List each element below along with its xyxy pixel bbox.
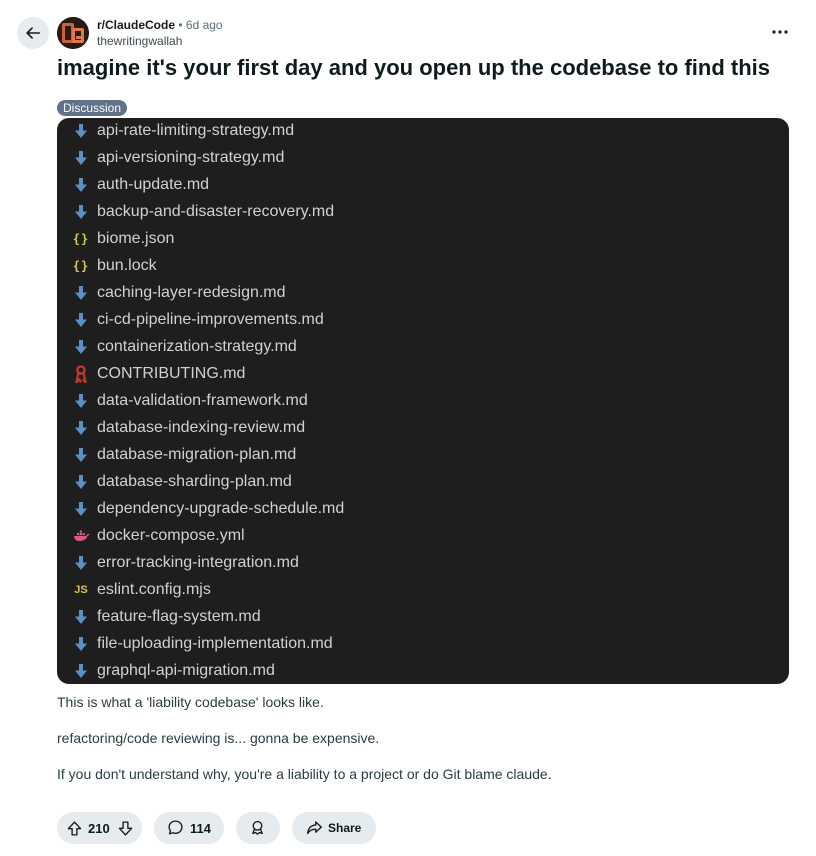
file-name: api-rate-limiting-strategy.md <box>97 121 295 139</box>
share-arrow-icon <box>307 821 322 835</box>
markdown-arrow-icon <box>72 175 90 195</box>
comment-count: 114 <box>190 821 211 836</box>
file-name: bun.lock <box>97 256 157 274</box>
file-name: error-tracking-integration.md <box>97 553 299 571</box>
docker-whale-icon <box>72 526 90 546</box>
file-row: api-rate-limiting-strategy.md <box>57 118 789 144</box>
file-row: CONTRIBUTING.md <box>57 360 789 387</box>
file-row: database-sharding-plan.md <box>57 468 789 495</box>
file-name: dependency-upgrade-schedule.md <box>97 499 345 517</box>
file-name: graphql-api-migration.md <box>97 661 275 679</box>
upvote-arrow-icon <box>67 820 81 836</box>
file-row: data-validation-framework.md <box>57 387 789 414</box>
file-name: feature-flag-system.md <box>97 607 261 625</box>
file-name: auth-update.md <box>97 175 210 193</box>
file-row: dependency-upgrade-schedule.md <box>57 495 789 522</box>
markdown-arrow-icon <box>72 283 90 303</box>
markdown-arrow-icon <box>72 310 90 330</box>
markdown-arrow-icon <box>72 418 90 438</box>
file-name: database-migration-plan.md <box>97 445 297 463</box>
file-list-image[interactable]: api-rate-limiting-strategy.md api-version… <box>57 118 789 684</box>
markdown-arrow-icon <box>72 472 90 492</box>
post-flair[interactable]: Discussion <box>57 100 128 116</box>
post-meta: r/ClaudeCode • 6d ago thewritingwallah <box>97 17 223 49</box>
share-button[interactable]: Share <box>292 812 376 844</box>
post-time: 6d ago <box>185 18 223 32</box>
file-name: database-sharding-plan.md <box>97 472 292 490</box>
markdown-arrow-icon <box>72 553 90 573</box>
ellipsis-icon <box>772 30 788 34</box>
file-row: containerization-strategy.md <box>57 333 789 360</box>
file-row: database-migration-plan.md <box>57 441 789 468</box>
comment-bubble-icon <box>168 820 183 835</box>
file-row: {} biome.json <box>57 225 789 252</box>
json-braces-icon: {} <box>72 231 90 246</box>
markdown-arrow-icon <box>72 661 90 681</box>
markdown-arrow-icon <box>72 202 90 222</box>
file-row: database-indexing-review.md <box>57 414 789 441</box>
js-file-icon: JS <box>74 583 88 596</box>
file-row: {} bun.lock <box>57 252 789 279</box>
file-name: ci-cd-pipeline-improvements.md <box>97 310 324 328</box>
file-name: eslint.config.mjs <box>97 580 211 598</box>
file-row: auth-update.md <box>57 171 789 198</box>
file-name: data-validation-framework.md <box>97 391 308 409</box>
file-name: CONTRIBUTING.md <box>97 364 246 382</box>
subreddit-name[interactable]: r/ClaudeCode <box>97 18 175 32</box>
body-paragraph: This is what a 'liability codebase' look… <box>57 694 324 710</box>
markdown-arrow-icon <box>72 121 90 141</box>
body-paragraph: refactoring/code reviewing is... gonna b… <box>57 730 380 746</box>
post-title[interactable]: imagine it's your first day and you open… <box>57 54 770 82</box>
markdown-arrow-icon <box>72 634 90 654</box>
file-row: JS eslint.config.mjs <box>57 576 789 603</box>
share-label: Share <box>328 821 362 835</box>
file-name: caching-layer-redesign.md <box>97 283 286 301</box>
json-braces-icon: {} <box>72 258 90 273</box>
award-icon <box>252 820 263 835</box>
file-name: database-indexing-review.md <box>97 418 306 436</box>
contributing-ribbon-icon <box>72 364 90 384</box>
meta-separator: • <box>178 18 183 32</box>
file-row: error-tracking-integration.md <box>57 549 789 576</box>
file-name: biome.json <box>97 229 175 247</box>
file-name: file-uploading-implementation.md <box>97 634 333 652</box>
body-paragraph: If you don't understand why, you're a li… <box>57 766 552 782</box>
file-name: backup-and-disaster-recovery.md <box>97 202 335 220</box>
file-name: docker-compose.yml <box>97 526 245 544</box>
file-name: api-versioning-strategy.md <box>97 148 285 166</box>
markdown-arrow-icon <box>72 391 90 411</box>
comments-button[interactable]: 114 <box>154 812 224 844</box>
downvote-arrow-icon <box>118 820 132 836</box>
post-author[interactable]: thewritingwallah <box>97 33 223 49</box>
file-row: graphql-api-migration.md <box>57 657 789 684</box>
file-name: containerization-strategy.md <box>97 337 297 355</box>
downvote-button[interactable] <box>115 818 135 838</box>
file-row: docker-compose.yml <box>57 522 789 549</box>
arrow-left-icon <box>26 27 41 39</box>
markdown-arrow-icon <box>72 148 90 168</box>
file-row: ci-cd-pipeline-improvements.md <box>57 306 789 333</box>
award-button[interactable] <box>236 812 280 844</box>
file-row: file-uploading-implementation.md <box>57 630 789 657</box>
file-row: caching-layer-redesign.md <box>57 279 789 306</box>
file-row: api-versioning-strategy.md <box>57 144 789 171</box>
subreddit-logo-icon <box>57 17 89 49</box>
markdown-arrow-icon <box>72 499 90 519</box>
subreddit-avatar[interactable] <box>57 17 89 49</box>
upvote-button[interactable] <box>64 818 84 838</box>
file-row: feature-flag-system.md <box>57 603 789 630</box>
file-row: backup-and-disaster-recovery.md <box>57 198 789 225</box>
markdown-arrow-icon <box>72 445 90 465</box>
vote-bar: 210 <box>57 812 142 844</box>
back-button[interactable] <box>17 17 49 49</box>
vote-count: 210 <box>88 821 110 836</box>
markdown-arrow-icon <box>72 337 90 357</box>
markdown-arrow-icon <box>72 607 90 627</box>
more-options-button[interactable] <box>768 22 792 42</box>
